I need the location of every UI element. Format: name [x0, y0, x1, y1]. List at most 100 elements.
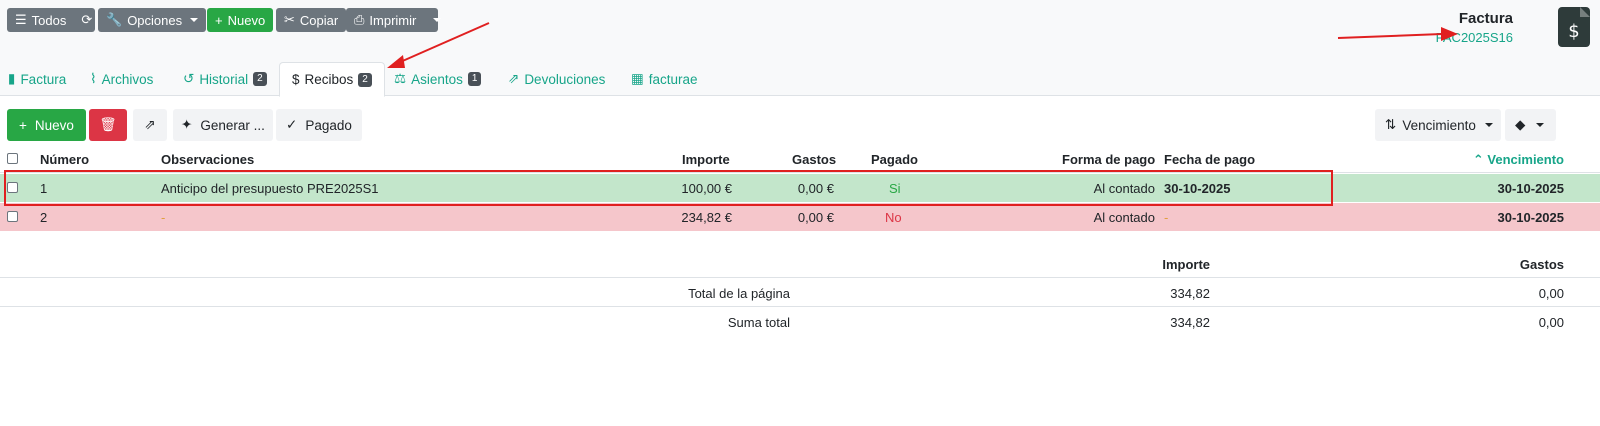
tab-bar: ▮ Factura ⌇ Archivos ↺ Historial 2 $ Rec…	[0, 62, 1600, 97]
tab-factura[interactable]: ▮ Factura	[8, 62, 66, 96]
generate-button[interactable]: ✦ Generar ...	[173, 109, 273, 141]
header-importe[interactable]: Importe	[682, 152, 730, 167]
todos-button[interactable]: ☰ Todos ⟳	[7, 8, 95, 32]
sum-total-gastos: 0,00	[1538, 315, 1564, 330]
tab-badge: 2	[253, 72, 267, 86]
tab-asientos[interactable]: ⚖ Asientos 1	[394, 62, 482, 96]
magic-wand-icon: ✦	[181, 117, 193, 132]
header-observaciones[interactable]: Observaciones	[161, 152, 254, 167]
copy-button[interactable]: ✂ Copiar	[276, 8, 347, 32]
balance-icon: ⚖	[394, 71, 407, 86]
header-vencimiento-label: Vencimiento	[1487, 152, 1564, 167]
sort-up-icon: ⌃	[1472, 152, 1484, 167]
sort-icon: ⇅	[1385, 117, 1397, 132]
tab-label: Historial	[199, 71, 249, 87]
list-new-label: Nuevo	[34, 117, 74, 133]
tab-label: Devoluciones	[524, 71, 606, 87]
cell-gastos: 0,00 €	[797, 210, 834, 225]
tab-label: Factura	[20, 71, 67, 87]
open-external-button[interactable]: ⇗	[133, 109, 167, 141]
paint-bucket-icon: ◆	[1515, 117, 1526, 132]
row-checkbox[interactable]	[7, 211, 18, 222]
chevron-down-icon	[1536, 123, 1545, 127]
paid-label: Pagado	[305, 117, 352, 133]
list-icon: ☰	[15, 12, 27, 27]
sort-label: Vencimiento	[1402, 117, 1476, 133]
tab-facturae[interactable]: ▦ facturae	[631, 62, 698, 96]
cell-fecha-pago: -	[1164, 210, 1169, 225]
trash-icon: 🗑	[99, 117, 117, 132]
sum-total-importe: 334,82	[1170, 315, 1210, 330]
scissors-icon: ✂	[284, 12, 295, 27]
new-label: Nuevo	[227, 12, 266, 28]
check-icon: ✓	[286, 117, 298, 132]
file-icon: ▮	[8, 71, 16, 86]
tab-label: facturae	[648, 71, 698, 87]
header-pagado[interactable]: Pagado	[871, 152, 918, 167]
header-vencimiento[interactable]: ⌃ Vencimiento	[1473, 152, 1564, 168]
tab-devoluciones[interactable]: ⇗ Devoluciones	[508, 62, 605, 96]
tab-label: Asientos	[411, 71, 463, 87]
paperclip-icon: ⌇	[90, 71, 97, 86]
copy-label: Copiar	[299, 12, 339, 28]
plus-icon: +	[19, 117, 27, 133]
sort-vencimiento-button[interactable]: ⇅ Vencimiento	[1375, 109, 1501, 141]
opciones-label: Opciones	[127, 12, 183, 28]
printer-icon: ⎙	[354, 12, 365, 27]
receipts-table-header: Número Observaciones Importe Gastos Paga…	[0, 150, 1600, 172]
totals-divider	[0, 277, 1600, 278]
chevron-down-icon	[1484, 123, 1493, 127]
print-button[interactable]: ⎙ Imprimir	[346, 8, 442, 32]
table-row[interactable]: 2 - 234,82 € 0,00 € No Al contado - 30-1…	[0, 203, 1600, 231]
tab-badge: 1	[467, 72, 482, 86]
cell-vencimiento: 30-10-2025	[1497, 181, 1565, 196]
cell-forma-pago: Al contado	[1093, 210, 1155, 225]
history-icon: ↺	[183, 71, 195, 86]
header-forma-pago[interactable]: Forma de pago	[1062, 152, 1155, 167]
new-button[interactable]: + Nuevo	[207, 8, 274, 32]
totals-row-divider	[0, 306, 1600, 307]
header-gastos[interactable]: Gastos	[792, 152, 836, 167]
tab-recibos[interactable]: $ Recibos 2	[279, 62, 385, 97]
list-new-button[interactable]: + Nuevo	[7, 109, 86, 141]
print-dropdown-icon[interactable]	[433, 18, 442, 22]
cell-numero[interactable]: 2	[40, 210, 47, 225]
todos-label: Todos	[31, 12, 67, 28]
cell-observaciones[interactable]: -	[161, 210, 165, 225]
cell-pagado: No	[885, 210, 902, 225]
invoice-dollar-icon: $	[1558, 7, 1590, 47]
header-fecha-pago[interactable]: Fecha de pago	[1164, 152, 1255, 167]
refresh-icon[interactable]: ⟳	[81, 12, 92, 28]
totals-header-gastos: Gastos	[1519, 257, 1564, 272]
highlight-box	[4, 170, 1333, 206]
tab-label: Recibos	[304, 72, 354, 87]
tab-historial[interactable]: ↺ Historial 2	[183, 62, 267, 96]
plus-icon: +	[215, 12, 223, 28]
delete-button[interactable]: 🗑	[89, 109, 127, 141]
qr-icon: ▦	[631, 71, 644, 86]
paid-button[interactable]: ✓ Pagado	[276, 109, 362, 141]
color-filter-button[interactable]: ◆	[1505, 109, 1556, 141]
document-code: FAC2025S16	[1435, 30, 1513, 45]
chevron-down-icon	[190, 18, 199, 22]
tab-badge: 2	[358, 72, 372, 87]
tab-label: Archivos	[101, 71, 154, 87]
page-total-gastos: 0,00	[1538, 286, 1564, 301]
external-link-icon: ⇗	[144, 117, 156, 132]
print-label: Imprimir	[369, 12, 417, 28]
share-icon: ⇗	[508, 71, 520, 86]
dollar-icon: $	[292, 72, 300, 87]
svg-text:$: $	[1568, 21, 1579, 42]
cell-importe: 234,82 €	[681, 210, 732, 225]
tab-archivos[interactable]: ⌇ Archivos	[90, 62, 153, 96]
totals-header-importe: Importe	[1162, 257, 1210, 272]
header-numero[interactable]: Número	[40, 152, 89, 167]
sum-total-label: Suma total	[727, 315, 790, 330]
cell-vencimiento: 30-10-2025	[1497, 210, 1565, 225]
opciones-button[interactable]: 🔧 Opciones	[98, 8, 207, 32]
wrench-icon: 🔧	[106, 12, 123, 27]
select-all-checkbox[interactable]	[7, 153, 18, 164]
page-total-importe: 334,82	[1170, 286, 1210, 301]
top-toolbar-area: ☰ Todos ⟳ 🔧 Opciones + Nuevo ✂ Copiar ⎙ …	[0, 0, 1600, 97]
page-total-label: Total de la página	[688, 286, 790, 301]
